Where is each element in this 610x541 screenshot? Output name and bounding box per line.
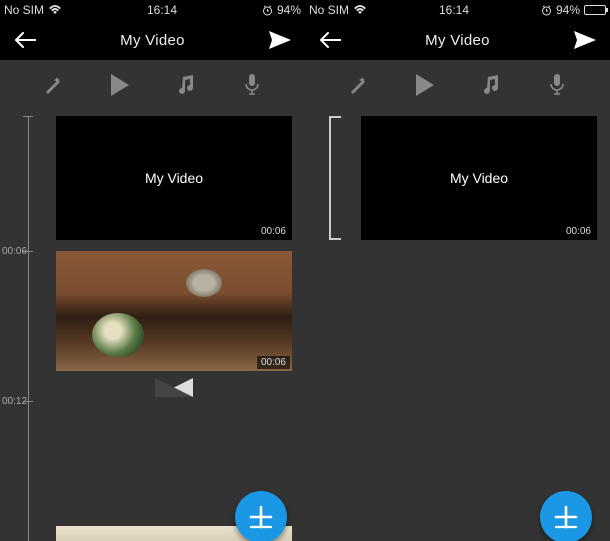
transition-icon	[155, 378, 193, 397]
add-button[interactable]	[540, 491, 592, 541]
pane-left: No SIM 16:14 94% My Video	[0, 0, 305, 541]
music-button[interactable]	[172, 71, 200, 99]
wand-icon	[347, 74, 369, 96]
carrier-text: No SIM	[4, 3, 44, 17]
timeline[interactable]: 00:06 00:12 My Video 00:06 00:06	[0, 110, 305, 541]
page-title: My Video	[425, 32, 490, 49]
music-icon	[482, 75, 500, 95]
alarm-icon	[541, 5, 552, 16]
title-clip[interactable]: My Video 00:06	[56, 116, 292, 240]
play-button[interactable]	[410, 71, 438, 99]
toolbar	[305, 60, 610, 110]
clock: 16:14	[66, 3, 258, 17]
music-icon	[177, 75, 195, 95]
wifi-icon	[353, 5, 367, 15]
transition-handle[interactable]	[155, 378, 193, 397]
time-marker: 00:12	[2, 396, 27, 407]
send-button[interactable]	[574, 31, 596, 49]
page-title: My Video	[120, 32, 185, 49]
clock: 16:14	[371, 3, 537, 17]
battery-icon	[584, 5, 606, 15]
send-button[interactable]	[269, 31, 291, 49]
title-clip[interactable]: My Video 00:06	[361, 116, 597, 240]
mic-button[interactable]	[543, 71, 571, 99]
duration-badge: 00:06	[257, 356, 290, 369]
range-bracket[interactable]	[329, 116, 341, 240]
carrier-text: No SIM	[309, 3, 349, 17]
back-arrow-icon	[319, 32, 341, 48]
video-clip[interactable]: 00:06	[56, 251, 292, 371]
mic-icon	[549, 74, 565, 96]
send-icon	[269, 31, 291, 49]
send-icon	[574, 31, 596, 49]
tick	[23, 116, 33, 117]
alarm-icon	[262, 5, 273, 16]
duration-badge: 00:06	[257, 225, 290, 238]
back-button[interactable]	[319, 32, 341, 48]
wifi-icon	[48, 5, 62, 15]
title-clip-text: My Video	[450, 170, 508, 186]
status-bar: No SIM 16:14 94%	[0, 0, 305, 20]
plus-icon	[553, 504, 579, 530]
title-clip-text: My Video	[145, 170, 203, 186]
nav-bar: My Video	[0, 20, 305, 60]
status-bar: No SIM 16:14 94%	[305, 0, 610, 20]
back-button[interactable]	[14, 32, 36, 48]
duration-badge: 00:06	[562, 225, 595, 238]
battery-percent: 94%	[556, 3, 580, 17]
timeline[interactable]: My Video 00:06	[305, 110, 610, 541]
wand-icon	[42, 74, 64, 96]
pane-right: No SIM 16:14 94% My Video	[305, 0, 610, 541]
play-icon	[109, 74, 129, 96]
time-marker: 00:06	[2, 246, 27, 257]
add-button[interactable]	[235, 491, 287, 541]
mic-button[interactable]	[238, 71, 266, 99]
plus-icon	[248, 504, 274, 530]
back-arrow-icon	[14, 32, 36, 48]
mic-icon	[244, 74, 260, 96]
battery-percent: 94%	[277, 3, 301, 17]
play-button[interactable]	[105, 71, 133, 99]
play-icon	[414, 74, 434, 96]
toolbar	[0, 60, 305, 110]
music-button[interactable]	[477, 71, 505, 99]
effects-button[interactable]	[39, 71, 67, 99]
time-ruler	[28, 116, 29, 541]
nav-bar: My Video	[305, 20, 610, 60]
effects-button[interactable]	[344, 71, 372, 99]
